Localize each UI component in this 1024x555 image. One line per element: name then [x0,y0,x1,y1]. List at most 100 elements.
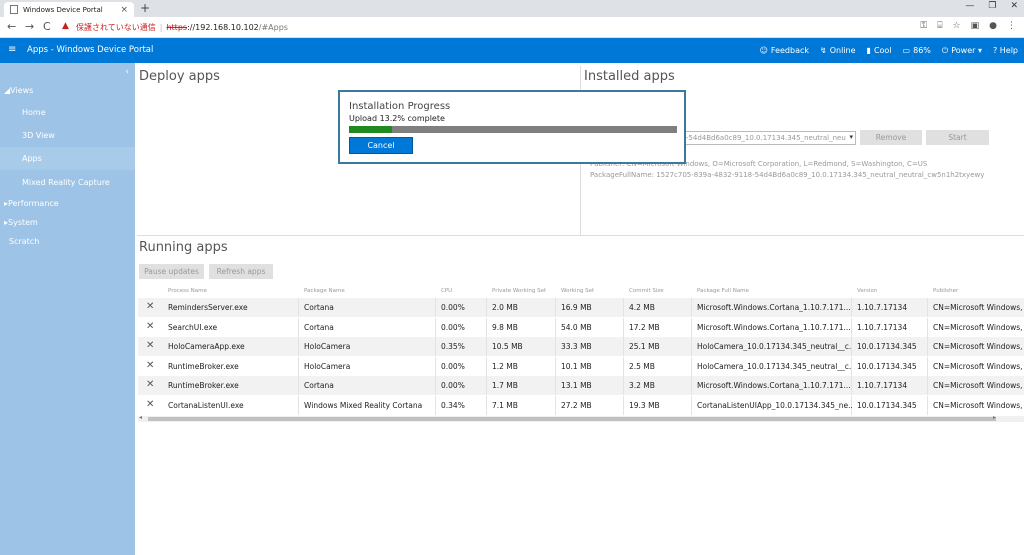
remove-button[interactable]: Remove [860,130,922,145]
kill-process-icon[interactable]: ✕ [146,379,154,390]
page-title: Apps - Windows Device Portal [27,45,154,55]
extension-icon[interactable]: ▣ [971,21,980,31]
column-separator [851,298,852,317]
kill-process-icon[interactable]: ✕ [146,301,154,312]
hamburger-icon[interactable]: ≡ [8,44,16,55]
menu-icon[interactable]: ⋮ [1007,21,1016,31]
column-separator [927,356,928,376]
table-cell: CN=Microsoft Windows, [933,361,1023,371]
address-bar[interactable]: 保護されていない通信 | https://192.168.10.102/#Apps [76,22,288,33]
column-separator [298,356,299,376]
kill-process-icon[interactable]: ✕ [146,360,154,371]
table-cell: RuntimeBroker.exe [168,361,239,371]
table-row[interactable]: ✕ SearchUI.exe Cortana 0.00% 9.8 MB 54.0 MB 17… [138,317,1024,337]
battery-icon: ▭ [902,46,911,55]
sidebar-item-scratch[interactable]: Scratch [9,237,39,246]
toolbar-icons: ⚿ ⌸ ☆ ▣ ● ⋮ [920,21,1016,31]
cool-label: Cool [873,46,892,55]
table-cell: 2.5 MB [629,361,655,371]
collapse-sidebar-icon[interactable]: ‹ [125,67,129,77]
new-tab-button[interactable]: + [140,1,150,15]
column-header[interactable]: Version [857,288,877,294]
table-cell: 0.35% [441,342,465,351]
sidebar-group-system[interactable]: ▸System [4,218,38,227]
column-separator [435,395,436,415]
sidebar-group-views[interactable]: ◢Views [4,86,33,95]
table-cell: Windows Mixed Reality Cortana [304,400,423,410]
table-row[interactable]: ✕ RemindersServer.exe Cortana 0.00% 2.0 MB 16… [138,298,1024,317]
star-icon[interactable]: ☆ [953,21,961,31]
table-cell: 19.3 MB [629,400,660,410]
help-button[interactable]: ? Help [993,46,1018,56]
key-icon[interactable]: ⚿ [920,21,927,31]
column-header[interactable]: Private Working Set [492,288,546,294]
table-cell: 2.0 MB [492,303,518,312]
horizontal-scrollbar[interactable]: ◂ ▸ [138,414,1024,422]
battery-status[interactable]: ▭ 86% [903,46,931,56]
translate-icon[interactable]: ⌸ [937,21,942,31]
scroll-right-icon[interactable]: ▸ [993,414,996,421]
column-header[interactable]: Process Name [168,288,207,294]
column-separator [486,356,487,376]
table-cell: 10.1 MB [561,361,592,371]
table-cell: Cortana [304,381,334,390]
table-cell: 10.0.17134.345 [857,342,917,351]
table-cell: HoloCameraApp.exe [168,342,245,351]
table-cell: SearchUI.exe [168,322,218,332]
table-row[interactable]: ✕ RuntimeBroker.exe HoloCamera 0.00% 1.2 MB 1… [138,356,1024,376]
cancel-button[interactable]: Cancel [349,137,413,154]
close-tab-icon[interactable]: × [120,5,128,15]
progress-bar [349,126,677,133]
kill-process-icon[interactable]: ✕ [146,321,154,332]
sidebar-item-home[interactable]: Home [0,101,135,124]
column-separator [298,317,299,337]
start-button[interactable]: Start [926,130,989,145]
sidebar-item-3d-view[interactable]: 3D View [0,124,135,147]
table-cell: 1.2 MB [492,361,518,371]
table-row[interactable]: ✕ CortanaListenUI.exe Windows Mixed Realit… [138,395,1024,415]
window-controls: — ❐ ✕ [965,1,1018,11]
sidebar-item-mixed-reality-capture[interactable]: Mixed Reality Capture [0,171,135,194]
power-menu[interactable]: ⏻ Power ▾ [942,46,982,56]
table-cell: RemindersServer.exe [168,303,248,312]
scrollbar-thumb[interactable] [148,417,996,421]
table-cell: 9.8 MB [492,322,518,332]
refresh-apps-button[interactable]: Refresh apps [209,264,273,279]
column-header[interactable]: CPU [441,288,452,294]
column-separator [691,376,692,395]
column-separator [927,376,928,395]
back-icon[interactable]: ← [7,20,16,33]
maximize-icon[interactable]: ❐ [988,1,996,11]
online-status[interactable]: ↯ Online [820,46,856,56]
table-cell: 10.0.17134.345 [857,400,917,410]
minimize-icon[interactable]: — [965,1,974,11]
thermal-status[interactable]: ▮ Cool [867,46,892,56]
column-header[interactable]: Package Full Name [697,288,749,294]
pause-updates-button[interactable]: Pause updates [139,264,204,279]
feedback-button[interactable]: ☺ Feedback [760,46,809,56]
column-header[interactable]: Publisher [933,288,958,294]
kill-process-icon[interactable]: ✕ [146,399,154,410]
column-separator [298,337,299,356]
column-separator [691,337,692,356]
column-header[interactable]: Working Set [561,288,594,294]
column-header[interactable]: Commit Size [629,288,664,294]
tab-title: Windows Device Portal [23,5,103,14]
kill-process-icon[interactable]: ✕ [146,340,154,351]
account-icon[interactable]: ● [989,21,997,31]
reload-icon[interactable]: C [43,20,51,33]
table-row[interactable]: ✕ HoloCameraApp.exe HoloCamera 0.35% 10.5 MB… [138,337,1024,356]
sidebar-item-apps[interactable]: Apps [0,147,135,170]
column-separator [486,376,487,395]
table-row[interactable]: ✕ RuntimeBroker.exe Cortana 0.00% 1.7 MB 13.1… [138,376,1024,395]
browser-tab[interactable]: Windows Device Portal × [4,2,134,17]
column-header[interactable]: Package Name [304,288,345,294]
close-window-icon[interactable]: ✕ [1010,1,1018,11]
column-separator [851,376,852,395]
scroll-left-icon[interactable]: ◂ [139,414,142,421]
forward-icon[interactable]: → [25,20,34,33]
column-separator [555,317,556,337]
running-apps-heading: Running apps [139,240,228,255]
sidebar-group-performance[interactable]: ▸Performance [4,199,59,208]
table-cell: CN=Microsoft Windows, [933,303,1023,312]
